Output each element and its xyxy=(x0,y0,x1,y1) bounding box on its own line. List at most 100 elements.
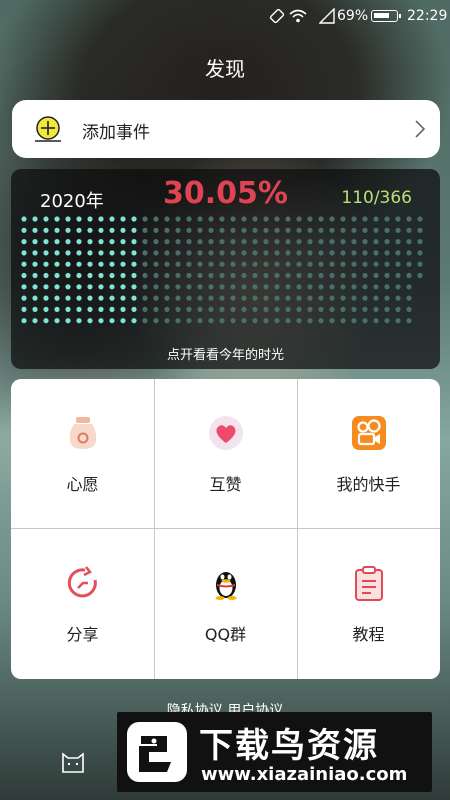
day-dot-passed xyxy=(98,284,104,290)
add-event-button[interactable]: 添加事件 xyxy=(12,100,440,158)
day-dot-remaining xyxy=(241,250,247,256)
day-dot-remaining xyxy=(395,261,401,267)
day-dot-remaining xyxy=(186,295,192,301)
day-dot-remaining xyxy=(153,227,159,233)
day-dot-remaining xyxy=(406,227,412,233)
day-dot-remaining xyxy=(186,216,192,222)
day-dot-remaining xyxy=(175,216,181,222)
day-dot-remaining xyxy=(362,295,368,301)
day-dot-remaining xyxy=(318,227,324,233)
day-dot-passed xyxy=(98,216,104,222)
day-dot-passed xyxy=(43,261,49,267)
add-event-label: 添加事件 xyxy=(82,123,150,143)
day-dot-remaining xyxy=(307,216,313,222)
day-dot-passed xyxy=(76,272,82,279)
day-dot-remaining xyxy=(296,284,302,290)
days-count: 110/366 xyxy=(341,188,412,208)
day-dot-remaining xyxy=(164,239,170,245)
day-dot-remaining xyxy=(230,250,236,256)
day-dot-remaining xyxy=(351,261,357,267)
feature-like[interactable]: 互赞 xyxy=(154,379,297,529)
day-dot-remaining xyxy=(164,318,170,324)
day-dot-remaining xyxy=(406,261,412,267)
day-dot-remaining xyxy=(406,306,412,312)
day-dot-remaining xyxy=(263,227,269,233)
day-dot-remaining xyxy=(230,261,236,267)
day-dot-remaining xyxy=(296,250,302,256)
cat-icon[interactable] xyxy=(60,748,86,774)
kuaishou-icon xyxy=(351,416,386,450)
day-dot-remaining xyxy=(164,295,170,301)
day-dot-remaining xyxy=(362,272,368,279)
day-dot-remaining xyxy=(164,250,170,256)
day-dot-remaining xyxy=(197,216,203,222)
day-dot-remaining xyxy=(285,250,291,256)
day-dot-passed xyxy=(32,239,38,245)
day-dot-remaining xyxy=(340,272,346,279)
watermark-title: 下载鸟资源 xyxy=(199,726,379,766)
day-dot-remaining xyxy=(186,239,192,245)
day-dot-remaining xyxy=(285,216,291,222)
day-dot-remaining xyxy=(186,250,192,256)
day-dot-remaining xyxy=(373,239,379,245)
day-dot-passed xyxy=(109,261,115,267)
day-dot-passed xyxy=(32,318,38,324)
day-dot-remaining xyxy=(241,261,247,267)
day-dot-remaining xyxy=(164,284,170,290)
day-dot-remaining xyxy=(197,318,203,324)
day-dot-passed xyxy=(87,284,93,290)
day-dot-passed xyxy=(76,295,82,301)
feature-wish[interactable]: 心愿 xyxy=(11,379,154,529)
day-dot-remaining xyxy=(208,250,214,256)
day-dot-remaining xyxy=(340,227,346,233)
day-dot-passed xyxy=(54,284,60,290)
feature-share[interactable]: 分享 xyxy=(11,529,154,679)
feature-qq-group[interactable]: QQ群 xyxy=(154,529,297,679)
day-dot-remaining xyxy=(362,284,368,290)
feature-kuaishou[interactable]: 我的快手 xyxy=(297,379,440,529)
day-dot-remaining xyxy=(362,227,368,233)
day-dot-remaining xyxy=(395,284,401,290)
day-dot-remaining xyxy=(406,284,412,290)
day-dot-passed xyxy=(109,272,115,279)
day-dot-passed xyxy=(98,261,104,267)
day-dot-remaining xyxy=(384,261,390,267)
day-dot-remaining xyxy=(329,227,335,233)
day-dot-remaining xyxy=(307,272,313,279)
status-bar: 69% 22:29 xyxy=(0,0,450,34)
day-dot-passed xyxy=(65,318,71,324)
day-dot-passed xyxy=(65,239,71,245)
day-dot-passed xyxy=(21,250,27,256)
day-dot-remaining xyxy=(285,295,291,301)
day-dot-passed xyxy=(120,272,126,279)
day-dot-remaining xyxy=(186,261,192,267)
day-dot-passed xyxy=(87,250,93,256)
day-dot-remaining xyxy=(219,216,225,222)
day-dot-remaining xyxy=(318,318,324,324)
day-dot-remaining xyxy=(329,306,335,312)
day-dot-remaining xyxy=(186,284,192,290)
watermark-banner: 下载鸟资源 www.xiazainiao.com xyxy=(117,712,432,792)
day-dot-remaining xyxy=(395,272,401,279)
day-dot-remaining xyxy=(263,239,269,245)
year-progress-panel[interactable]: 2020年 30.05% 110/366 点开看看今年的时光 xyxy=(11,169,440,369)
day-dot-remaining xyxy=(285,272,291,279)
day-dot-remaining xyxy=(164,261,170,267)
day-dot-passed xyxy=(87,216,93,222)
day-dot-passed xyxy=(65,216,71,222)
day-dot-remaining xyxy=(329,295,335,301)
day-dot-remaining xyxy=(373,272,379,279)
day-dot-remaining xyxy=(142,227,148,233)
feature-tutorial[interactable]: 教程 xyxy=(297,529,440,679)
day-dot-passed xyxy=(43,239,49,245)
day-dot-remaining xyxy=(340,216,346,222)
day-dot-passed xyxy=(109,239,115,245)
day-dot-remaining xyxy=(230,272,236,279)
day-dot-remaining xyxy=(318,272,324,279)
day-dot-passed xyxy=(98,272,104,279)
day-dot-remaining xyxy=(230,216,236,222)
day-dot-remaining xyxy=(351,284,357,290)
day-dot-remaining xyxy=(219,284,225,290)
day-dot-remaining xyxy=(285,318,291,324)
day-dot-passed xyxy=(65,295,71,301)
